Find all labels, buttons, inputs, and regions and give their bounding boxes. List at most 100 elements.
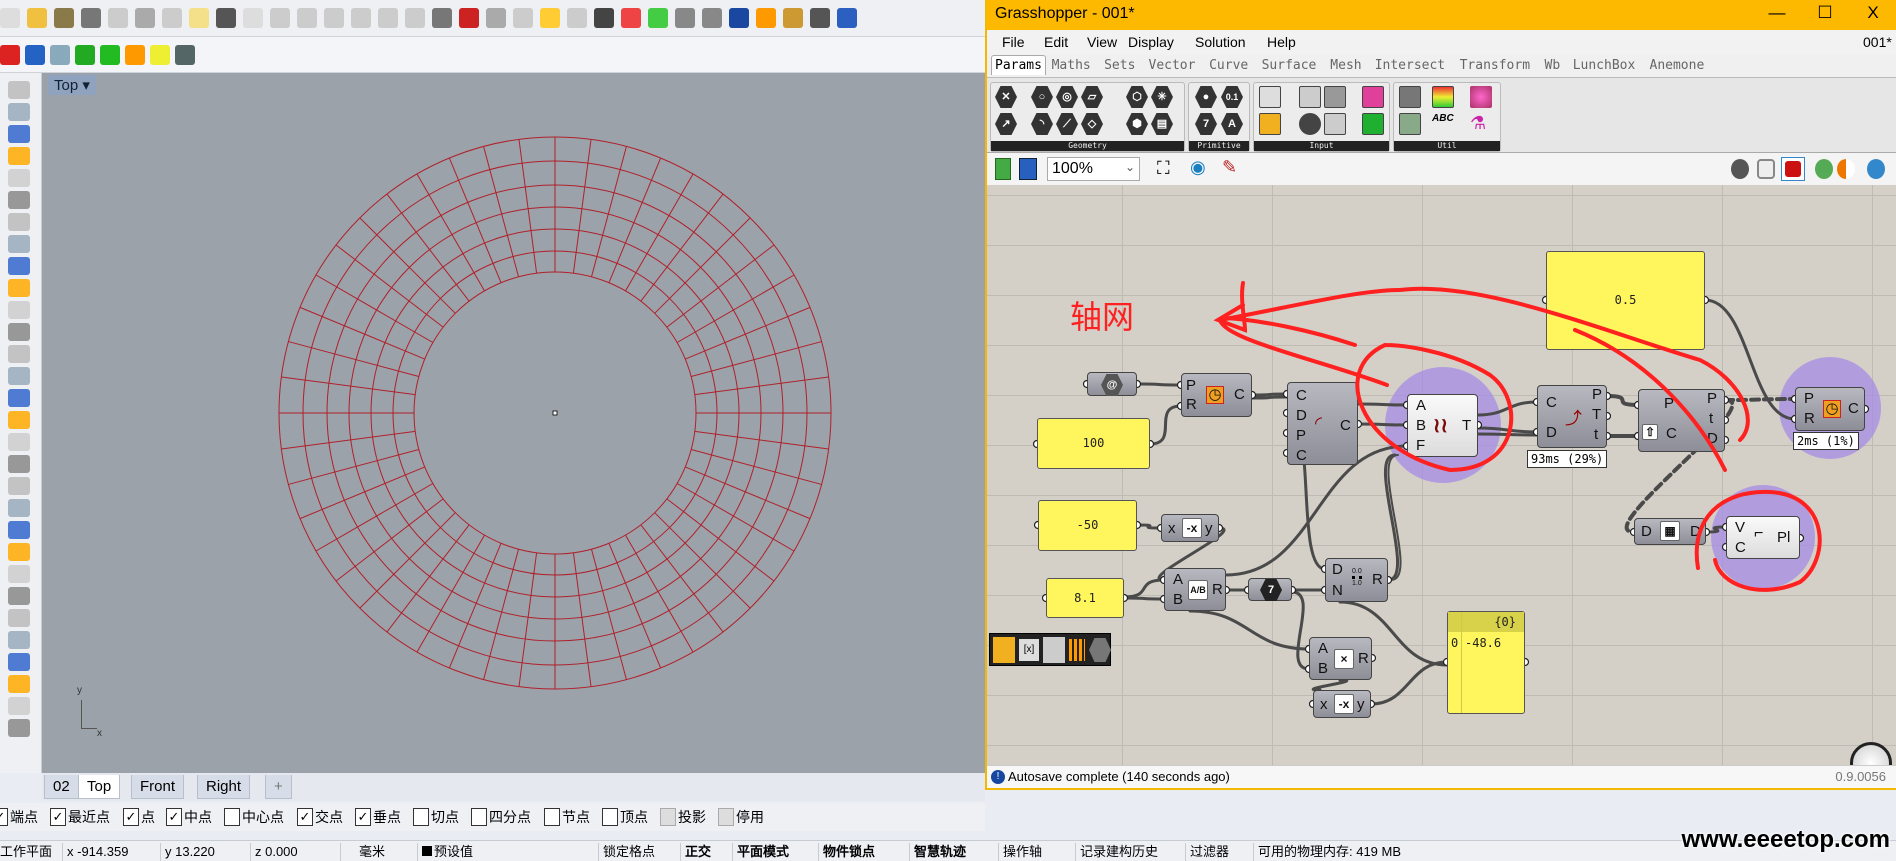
tab-maths[interactable]: Maths [1052,58,1091,73]
menu-view[interactable]: View [1087,34,1117,50]
input-d[interactable]: D [1296,407,1307,424]
osnap-checkbox[interactable]: ✓ [0,808,8,826]
rhino-viewport-top[interactable]: Top ▾ y x [42,73,985,773]
tween-curve-node[interactable]: A B F ≀≀ T [1407,394,1478,457]
toolbar-button-icon[interactable] [81,8,101,28]
circle-node-1[interactable]: P R ◷ C [1181,373,1252,417]
viewport-title[interactable]: Top ▾ [48,75,96,95]
menu-help[interactable]: Help [1267,34,1296,50]
input-a[interactable]: A [1318,640,1328,657]
tool-icon[interactable] [8,565,30,583]
osnap-12[interactable]: 停用 [718,807,764,827]
number-panel-8.1[interactable]: 8.1 [1046,578,1124,618]
expression-icon[interactable]: [x] [1019,639,1039,661]
osnap-2[interactable]: ✓ 点 [123,807,155,827]
input-a[interactable]: A [1416,397,1426,414]
tool-icon[interactable] [8,609,30,627]
menu-file[interactable]: File [1002,34,1025,50]
input-c2[interactable]: C [1296,447,1307,464]
preview-shaded-icon[interactable] [1757,159,1775,179]
output-c[interactable]: C [1234,386,1245,403]
toolbar-button-icon[interactable] [594,8,614,28]
data-panel[interactable]: {0} 0 -48.6 [1447,611,1525,714]
toolbar-button-icon[interactable] [324,8,344,28]
tab-intersect[interactable]: Intersect [1375,58,1445,73]
input-a[interactable]: A [1173,571,1183,588]
tool-icon[interactable] [8,521,30,539]
toolbar-button-icon[interactable] [729,8,749,28]
status-cplane[interactable]: 工作平面 [0,843,56,861]
osnap-checkbox[interactable] [660,808,676,826]
flask-icon[interactable]: ⚗ [1470,113,1492,135]
status-planar[interactable]: 平面模式 [732,843,793,861]
toolbar-button-icon[interactable] [108,8,128,28]
tool-icon[interactable] [8,191,30,209]
tool-icon[interactable] [8,169,30,187]
osnap-6[interactable]: ✓ 垂点 [355,807,401,827]
input-b[interactable]: B [1173,591,1183,608]
curve-param-icon[interactable]: ◎ [1056,86,1078,108]
osnap-checkbox[interactable]: ✓ [123,808,139,826]
osnap-checkbox[interactable] [718,808,734,826]
input-p[interactable]: P [1664,395,1674,412]
tab-lunchbox[interactable]: LunchBox [1573,58,1636,73]
toolbar-button-icon[interactable] [297,8,317,28]
tool-icon[interactable] [8,631,30,649]
spiral-param-node[interactable]: @ [1087,372,1137,396]
osnap-11[interactable]: 投影 [660,807,706,827]
toolbar-button-icon[interactable] [837,8,857,28]
tab-front[interactable]: Front [131,775,185,799]
line-param-icon[interactable]: ⟋ [1056,113,1078,135]
osnap-8[interactable]: 四分点 [471,807,531,827]
tool-icon[interactable] [8,257,30,275]
osnap-10[interactable]: 顶点 [602,807,648,827]
osnap-5[interactable]: ✓ 交点 [297,807,343,827]
toolbar-button-icon[interactable] [125,45,145,65]
menu-solution[interactable]: Solution [1195,34,1246,50]
menu-edit[interactable]: Edit [1044,34,1068,50]
osnap-9[interactable]: 节点 [544,807,590,827]
input-v[interactable]: V [1735,519,1745,536]
toolbar-button-icon[interactable] [75,45,95,65]
polyline-node[interactable]: V C ⌐ Pl [1726,516,1800,559]
status-history[interactable]: 记录建构历史 [1075,843,1162,861]
tab-wb[interactable]: Wb [1545,58,1561,73]
status-units[interactable]: 毫米 [340,843,389,861]
integer-param-icon[interactable]: 7 [1195,113,1217,135]
osnap-checkbox[interactable]: ✓ [355,808,371,826]
toolbar-button-icon[interactable] [216,8,236,28]
tool-icon[interactable] [8,301,30,319]
evaluate-curve-node[interactable]: C D ⤴ P T t [1537,385,1607,448]
circle-node-2[interactable]: P R ◷ C [1795,387,1865,431]
input-d[interactable]: D [1641,523,1652,540]
surface-param-icon[interactable]: ▱ [1081,86,1103,108]
tab-params[interactable]: Params [991,55,1046,75]
input-p[interactable]: P [1296,427,1306,444]
range-node[interactable]: D N 0.0 1.0 R [1325,558,1388,602]
data-input-icon[interactable] [1043,637,1065,663]
output-c[interactable]: C [1848,400,1859,417]
input-c[interactable]: C [1546,394,1557,411]
tool-icon[interactable] [8,719,30,737]
document-name[interactable]: 001* [1863,34,1892,50]
tab-transform[interactable]: Transform [1460,58,1530,73]
tab-vector[interactable]: Vector [1149,58,1196,73]
zoom-extents-icon[interactable]: ⛶ [1157,158,1170,179]
number-slider-icon[interactable] [1362,86,1384,108]
circle-param-icon[interactable]: ○ [1031,86,1053,108]
toolbar-button-icon[interactable] [162,8,182,28]
toolbar-button-icon[interactable] [540,8,560,28]
output-pl[interactable]: Pl [1777,529,1790,546]
tool-icon[interactable] [8,653,30,671]
osnap-3[interactable]: ✓ 中点 [166,807,212,827]
toolbar-button-icon[interactable] [378,8,398,28]
input-d[interactable]: D [1332,561,1343,578]
save-file-icon[interactable] [1019,158,1037,180]
mesh-param-icon[interactable]: ✳ [1151,86,1173,108]
output-y[interactable]: y [1205,520,1213,537]
menu-display[interactable]: Display [1128,34,1174,50]
tool-icon[interactable] [8,81,30,99]
tool-icon[interactable] [8,411,30,429]
input-f[interactable]: F [1416,437,1425,454]
status-gumball[interactable]: 操作轴 [998,843,1046,861]
